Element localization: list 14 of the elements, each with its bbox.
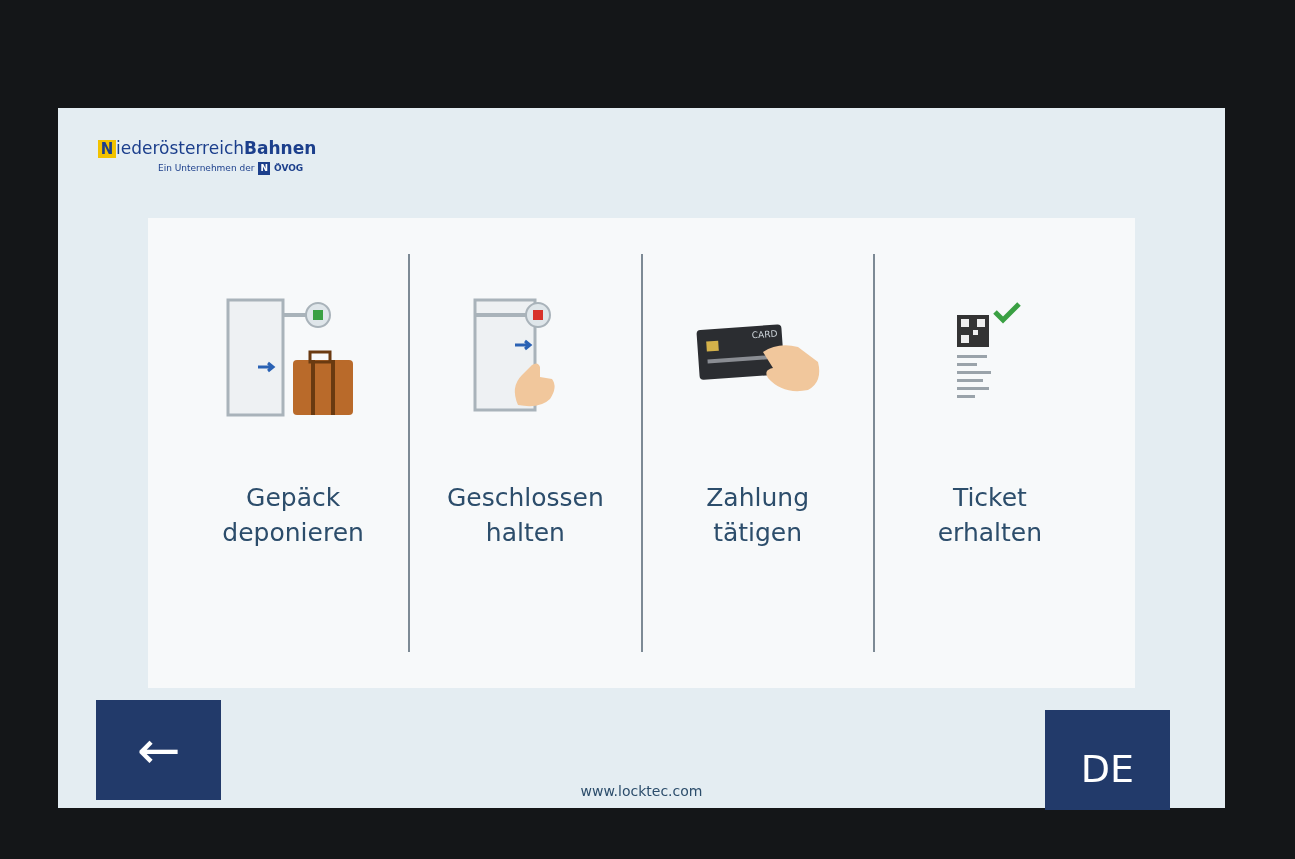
step-label: Zahlung tätigen bbox=[706, 482, 809, 549]
tagline-badge: N bbox=[258, 161, 270, 175]
footer-url: www.locktec.com bbox=[579, 782, 704, 801]
tagline-brand: ÖVOG bbox=[273, 161, 304, 175]
logo-tagline: Ein Unternehmen der bbox=[158, 161, 255, 175]
back-button[interactable]: ← bbox=[96, 700, 221, 800]
logo-name: iederösterreichBahnen bbox=[116, 138, 317, 158]
step-label: Geschlossen halten bbox=[446, 482, 604, 549]
hand-icon bbox=[762, 345, 819, 392]
logo-badge: N bbox=[98, 140, 116, 158]
card-text: CARD bbox=[751, 328, 778, 341]
language-button[interactable]: DE bbox=[1045, 710, 1170, 810]
step-label: Ticket erhalten bbox=[937, 482, 1043, 549]
step-label: Gepäck deponieren bbox=[222, 482, 364, 549]
